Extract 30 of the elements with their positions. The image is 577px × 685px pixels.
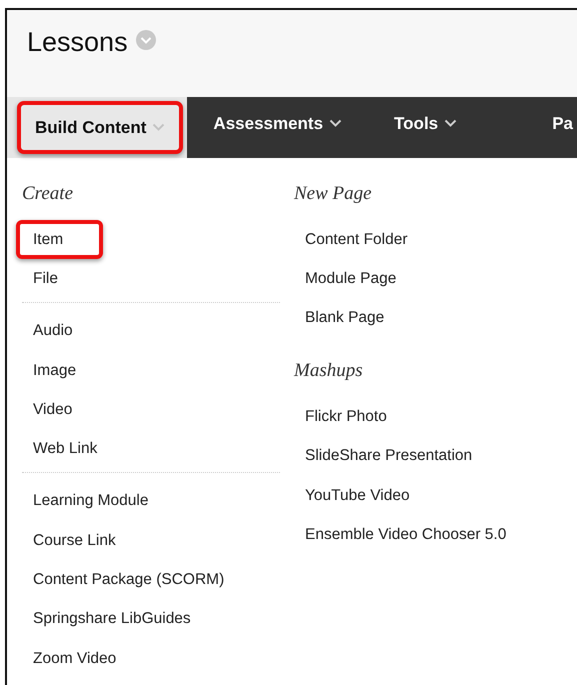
- page-title: Lessons: [27, 26, 128, 59]
- menu-heading: Mashups: [294, 359, 363, 384]
- menu-item[interactable]: Item: [16, 220, 103, 259]
- menu-item[interactable]: Flickr Photo: [288, 396, 401, 436]
- menu-heading: New Page: [294, 182, 372, 206]
- menu-item[interactable]: Web Link: [16, 428, 112, 468]
- nav-tab[interactable]: Tools: [368, 97, 484, 150]
- menu-item[interactable]: Video: [16, 390, 86, 429]
- menu-heading: Create: [22, 182, 74, 206]
- nav-tab[interactable]: Pa: [526, 97, 577, 150]
- menu-item[interactable]: Ensemble Video Chooser 5.0: [288, 514, 520, 554]
- menu-item[interactable]: Springshare LibGuides: [16, 599, 205, 638]
- menu-item[interactable]: Content Package (SCORM): [16, 560, 238, 600]
- menu-item[interactable]: Learning Module: [16, 481, 162, 521]
- nav-tab[interactable]: Assessments: [187, 97, 368, 150]
- menu-item[interactable]: YouTube Video: [288, 475, 424, 515]
- options-chevron-icon[interactable]: [136, 30, 156, 50]
- menu-item[interactable]: Zoom Video: [16, 638, 130, 678]
- caret-icon: [444, 119, 458, 128]
- menu-item[interactable]: SlideShare Presentation: [288, 436, 486, 476]
- menu-item[interactable]: Content Folder: [288, 220, 422, 259]
- menu-item[interactable]: Audio: [16, 311, 87, 350]
- caret-icon: [329, 119, 342, 128]
- menu-item[interactable]: Image: [16, 350, 90, 390]
- caret-icon: [152, 123, 166, 132]
- menu-item[interactable]: Course Link: [16, 520, 130, 560]
- nav-tab[interactable]: Build Content: [17, 101, 184, 154]
- menu-item[interactable]: Blank Page: [288, 298, 398, 338]
- menu-item[interactable]: File: [16, 258, 72, 298]
- menu-item[interactable]: Module Page: [288, 258, 410, 298]
